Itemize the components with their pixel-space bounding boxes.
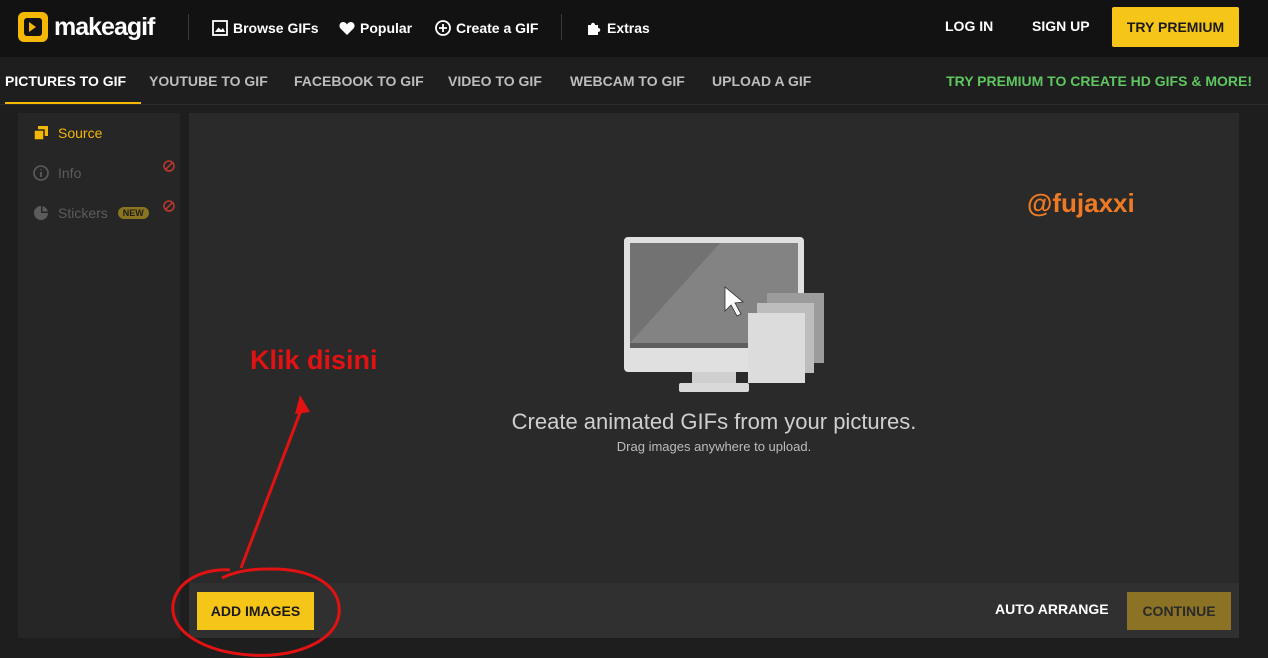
add-images-button[interactable]: ADD IMAGES xyxy=(197,592,314,630)
heart-icon xyxy=(339,21,355,36)
sidebar-item-info[interactable]: Info xyxy=(33,163,81,183)
steps-sidebar: Source Info Stickers NEW xyxy=(18,113,180,638)
drop-zone-title: Create animated GIFs from your pictures. xyxy=(511,409,917,434)
logo-play-icon xyxy=(18,12,48,42)
action-bar: ADD IMAGES AUTO ARRANGE CONTINUE xyxy=(189,583,1239,638)
continue-button[interactable]: CONTINUE xyxy=(1127,592,1231,630)
sidebar-item-stickers[interactable]: Stickers NEW xyxy=(33,203,149,223)
puzzle-icon xyxy=(586,20,602,36)
sidebar-item-label: Source xyxy=(58,125,103,141)
logo-text: makeagif xyxy=(54,12,155,41)
new-badge: NEW xyxy=(117,207,149,219)
plus-circle-icon xyxy=(435,20,451,36)
drop-zone-subtitle: Drag images anywhere to upload. xyxy=(616,439,812,454)
nav-browse-gifs[interactable]: Browse GIFs xyxy=(212,18,319,38)
sidebar-item-label: Info xyxy=(58,165,82,181)
watermark-text: @fujaxxi xyxy=(1027,188,1135,218)
nav-create-gif[interactable]: Create a GIF xyxy=(435,18,538,38)
tab-facebook-to-gif[interactable]: FACEBOOK TO GIF xyxy=(294,57,424,104)
copy-icon xyxy=(33,125,49,141)
monitor-upload-illustration-icon xyxy=(624,237,824,402)
blocked-icon xyxy=(163,159,175,172)
nav-label: Browse GIFs xyxy=(233,20,319,36)
nav-extras[interactable]: Extras xyxy=(586,18,650,38)
info-icon xyxy=(33,165,49,181)
premium-promo-link[interactable]: TRY PREMIUM TO CREATE HD GIFS & MORE! xyxy=(946,57,1252,104)
signup-link[interactable]: SIGN UP xyxy=(1032,18,1090,34)
nav-label: Create a GIF xyxy=(456,20,539,36)
nav-label: Extras xyxy=(607,20,650,36)
tab-upload-a-gif[interactable]: UPLOAD A GIF xyxy=(712,57,811,104)
divider xyxy=(561,14,562,40)
image-icon xyxy=(212,20,228,36)
sidebar-item-source[interactable]: Source xyxy=(33,123,102,143)
tab-video-to-gif[interactable]: VIDEO TO GIF xyxy=(448,57,542,104)
divider xyxy=(188,14,189,40)
nav-label: Popular xyxy=(360,20,413,36)
logo[interactable]: makeagif xyxy=(18,10,155,44)
auto-arrange-button[interactable]: AUTO ARRANGE xyxy=(995,601,1109,617)
login-link[interactable]: LOG IN xyxy=(945,18,993,34)
tab-youtube-to-gif[interactable]: YOUTUBE TO GIF xyxy=(149,57,268,104)
top-header: makeagif Browse GIFs Popular Create a GI… xyxy=(0,0,1268,57)
converter-tabs: PICTURES TO GIF YOUTUBE TO GIF FACEBOOK … xyxy=(0,57,1268,105)
sticker-icon xyxy=(33,205,49,221)
blocked-icon xyxy=(163,199,175,212)
tab-pictures-to-gif[interactable]: PICTURES TO GIF xyxy=(5,57,142,104)
annotation-text: Klik disini xyxy=(250,345,378,375)
nav-popular[interactable]: Popular xyxy=(339,18,412,38)
tab-webcam-to-gif[interactable]: WEBCAM TO GIF xyxy=(570,57,685,104)
sidebar-item-label: Stickers xyxy=(58,205,108,221)
try-premium-button[interactable]: TRY PREMIUM xyxy=(1112,7,1239,47)
